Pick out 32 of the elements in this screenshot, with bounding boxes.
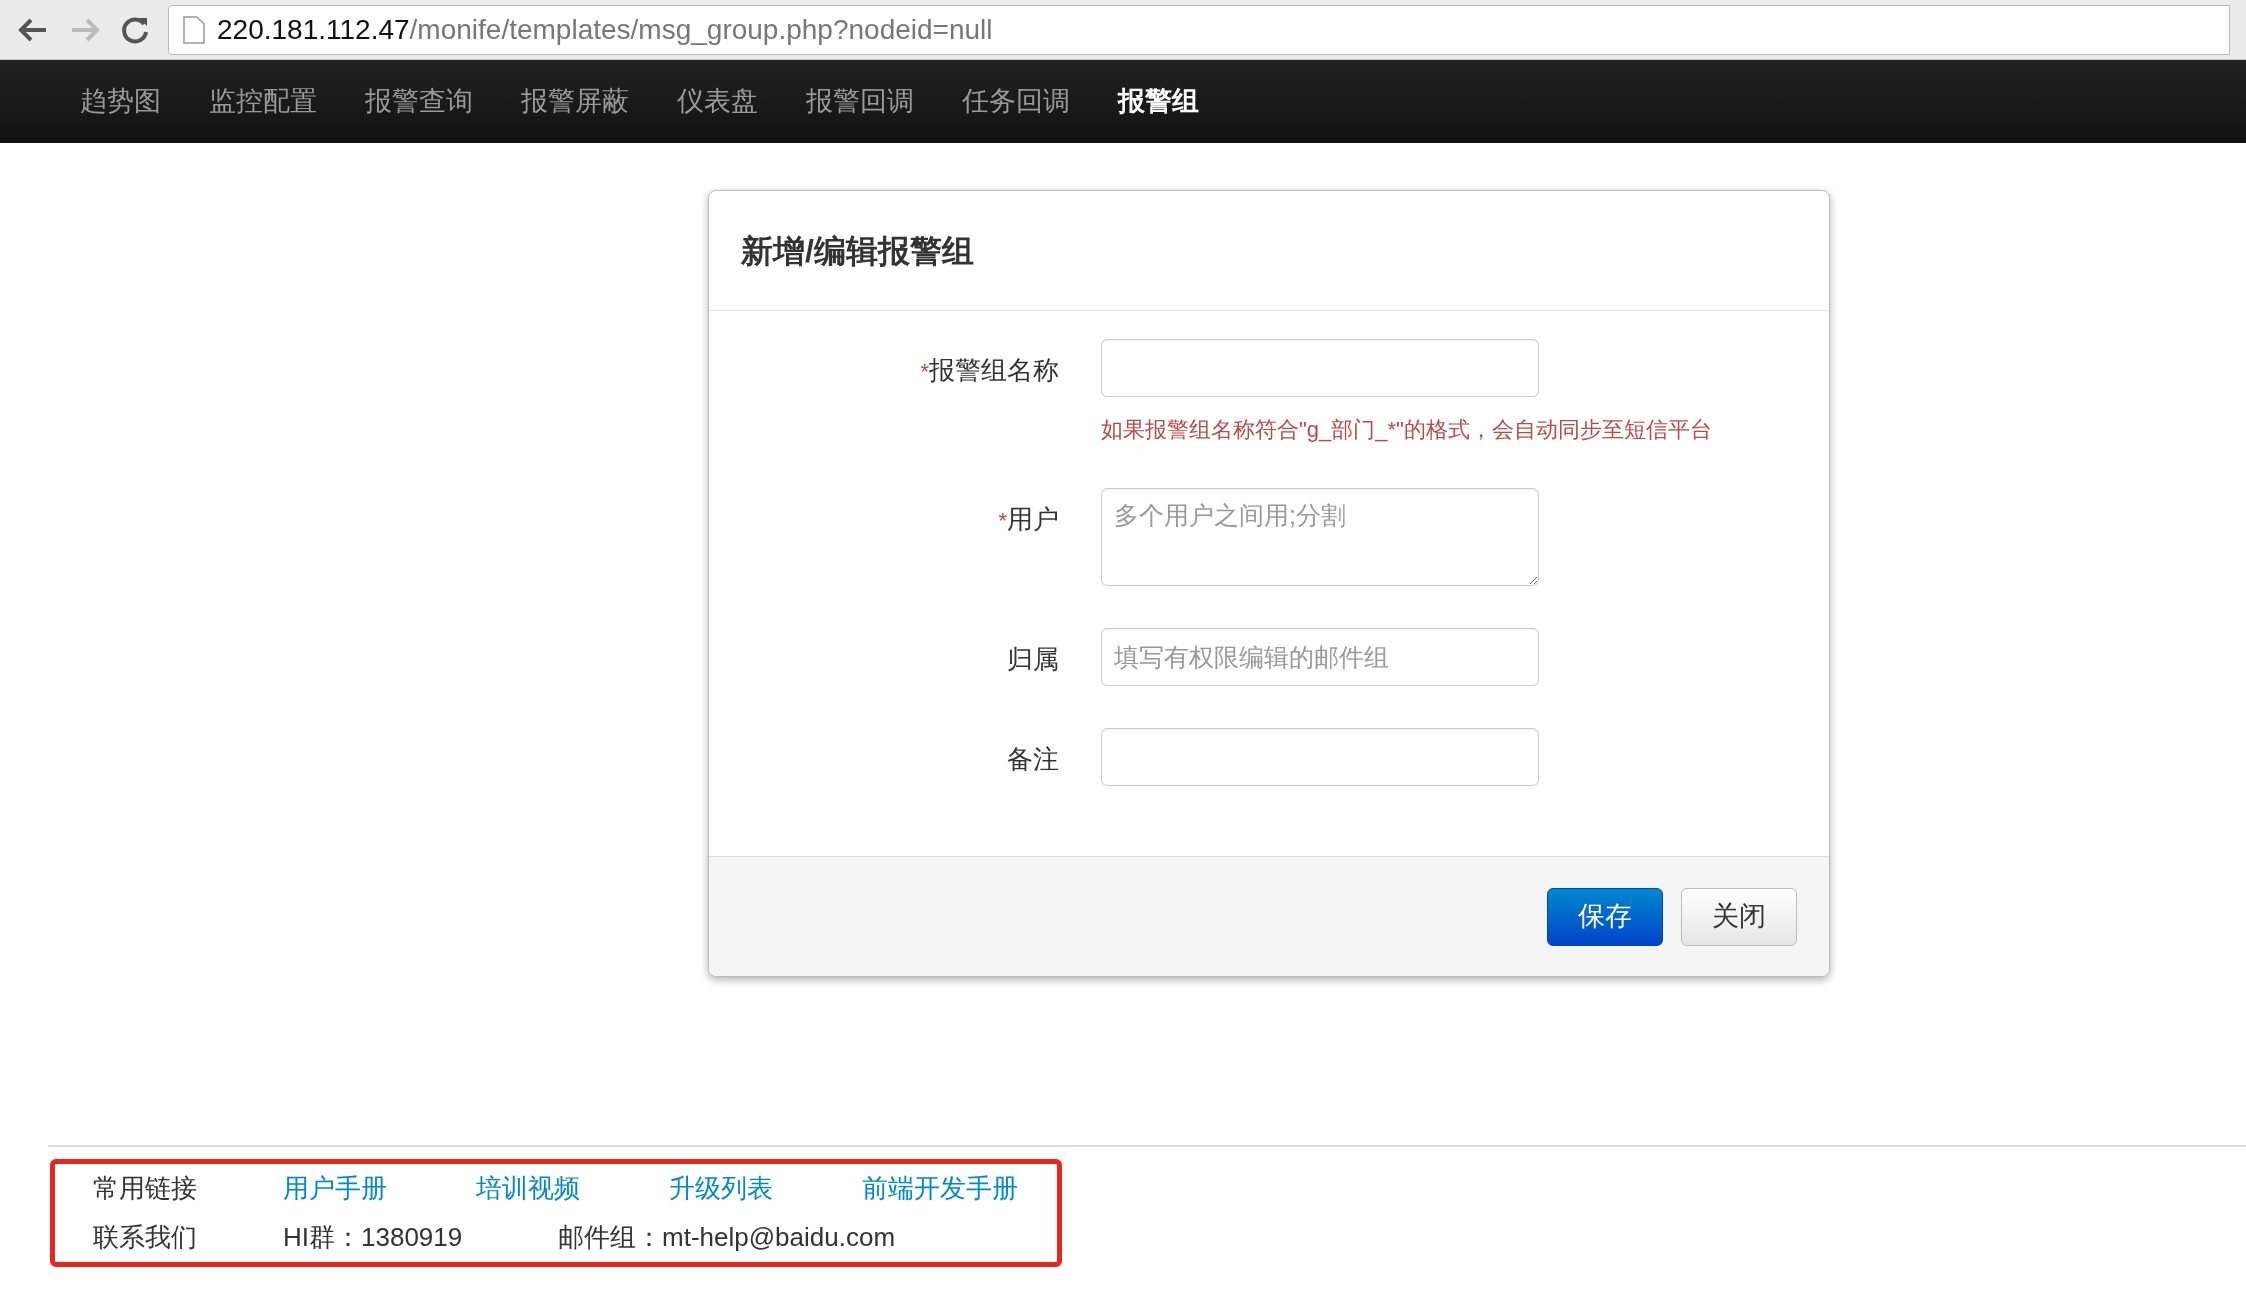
help-text: 如果报警组名称符合"g_部门_*"的格式，会自动同步至短信平台 (1101, 417, 1712, 442)
save-button[interactable]: 保存 (1547, 887, 1663, 946)
nav-tab[interactable]: 报警屏蔽 (497, 71, 653, 132)
contact-text: 邮件组：mt-help@baidu.com (558, 1221, 896, 1254)
address-field[interactable]: 220.181.112.47/monife/templates/msg_group.php?nodeid=null (168, 4, 2230, 55)
text-area[interactable]: 多个用户之间用;分割 (1101, 488, 1539, 586)
url-text: 220.181.112.47/monife/templates/msg_group.php?nodeid=null (217, 12, 993, 47)
page-icon (183, 15, 205, 44)
nav-tab[interactable]: 趋势图 (56, 71, 185, 132)
nav-tab[interactable]: 仪表盘 (653, 71, 782, 132)
footer-link[interactable]: 升级列表 (669, 1169, 862, 1208)
footer-link[interactable]: 培训视频 (476, 1169, 669, 1208)
field-label: 备注 (1007, 743, 1059, 776)
reload-icon[interactable] (120, 14, 150, 45)
close-button[interactable]: 关闭 (1681, 887, 1797, 946)
nav-tab[interactable]: 报警查询 (341, 71, 497, 132)
nav-tab[interactable]: 监控配置 (185, 71, 341, 132)
text-field[interactable]: 填写有权限编辑的邮件组 (1101, 628, 1539, 686)
nav-tab[interactable]: 报警组 (1094, 71, 1223, 132)
footer-heading: 常用链接 (93, 1172, 198, 1205)
nav-tab[interactable]: 任务回调 (938, 71, 1094, 132)
field-label: *报警组名称 (920, 354, 1059, 387)
footer-heading: 联系我们 (93, 1221, 198, 1254)
footer-link[interactable]: 用户手册 (283, 1169, 476, 1208)
dialog-title: 新增/编辑报警组 (741, 231, 974, 271)
text-field[interactable] (1101, 728, 1539, 786)
field-label: 归属 (1007, 643, 1059, 676)
nav-tab[interactable]: 报警回调 (782, 71, 938, 132)
footer-link[interactable]: 前端开发手册 (862, 1169, 1055, 1208)
contact-text: HI群：1380919 (283, 1221, 464, 1254)
text-field[interactable] (1101, 339, 1539, 397)
field-label: *用户 (998, 503, 1059, 536)
